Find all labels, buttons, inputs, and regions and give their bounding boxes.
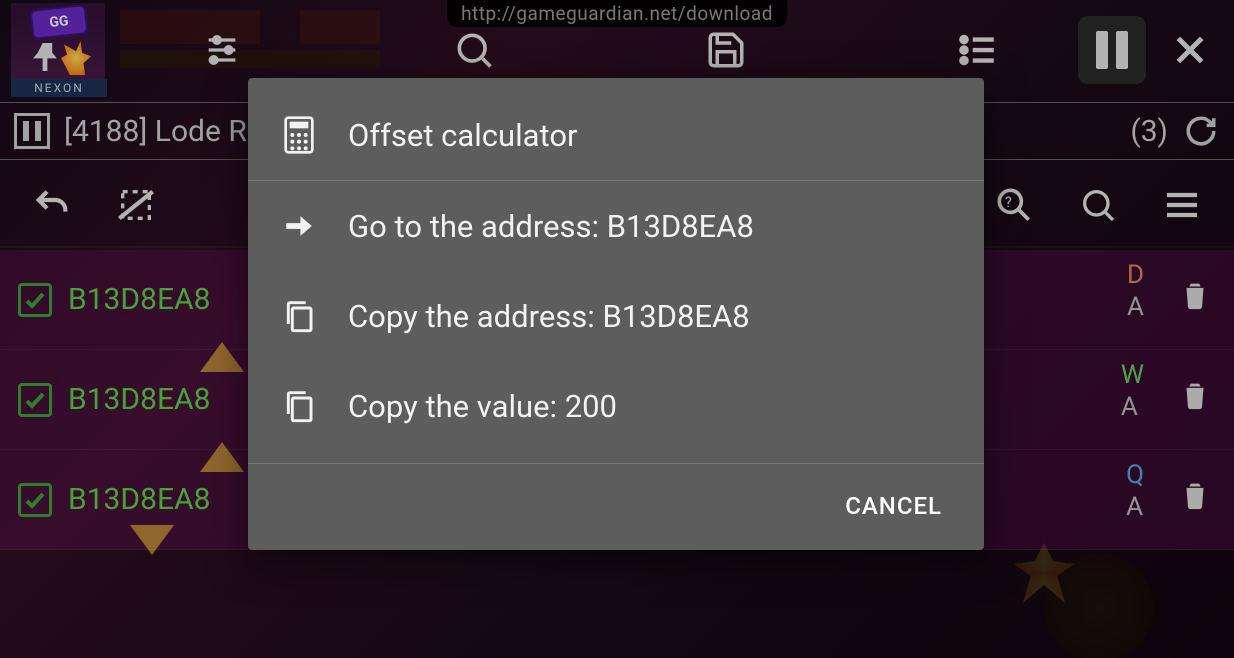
cancel-button[interactable]: CANCEL bbox=[833, 484, 954, 528]
calculator-icon bbox=[280, 116, 318, 154]
menu-offset-calculator[interactable]: Offset calculator bbox=[248, 90, 984, 180]
copy-icon bbox=[280, 297, 318, 335]
menu-goto-address[interactable]: Go to the address: B13D8EA8 bbox=[248, 181, 984, 271]
menu-label: Go to the address: B13D8EA8 bbox=[348, 208, 754, 245]
menu-label: Offset calculator bbox=[348, 117, 578, 154]
context-menu-modal: Offset calculator Go to the address: B13… bbox=[248, 78, 984, 550]
arrow-right-icon bbox=[280, 207, 318, 245]
menu-copy-address[interactable]: Copy the address: B13D8EA8 bbox=[248, 271, 984, 361]
menu-copy-value[interactable]: Copy the value: 200 bbox=[248, 361, 984, 451]
copy-icon bbox=[280, 387, 318, 425]
app-root: { "watermark": "http://gameguardian.net/… bbox=[0, 0, 1234, 658]
menu-label: Copy the address: B13D8EA8 bbox=[348, 298, 750, 335]
menu-label: Copy the value: 200 bbox=[348, 388, 617, 425]
